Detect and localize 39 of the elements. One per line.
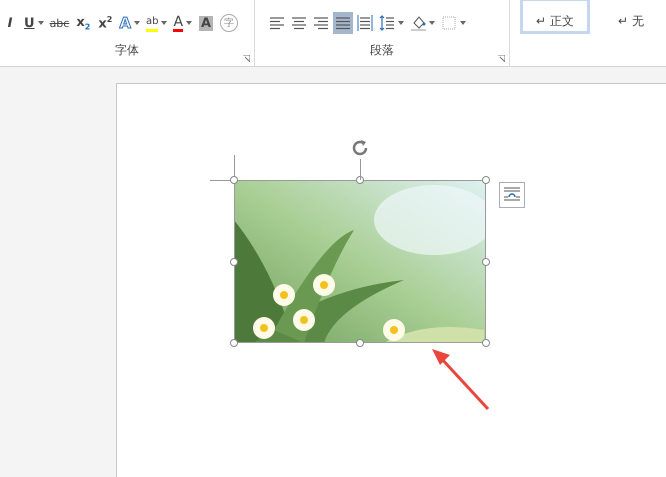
layout-options-button[interactable] bbox=[499, 182, 525, 208]
justify-icon bbox=[335, 15, 352, 31]
justify-button[interactable] bbox=[333, 12, 354, 34]
border-icon bbox=[441, 15, 458, 31]
caret-icon bbox=[38, 21, 44, 25]
caret-icon bbox=[161, 21, 168, 25]
resize-handle[interactable] bbox=[482, 339, 490, 347]
resize-handle[interactable] bbox=[356, 339, 364, 347]
group-label: 字体 bbox=[114, 42, 140, 59]
align-center-icon bbox=[291, 15, 308, 31]
strike-button[interactable]: abc bbox=[48, 12, 72, 34]
group-label: 段落 bbox=[369, 42, 396, 59]
align-left-icon bbox=[269, 15, 286, 31]
fill-icon bbox=[410, 15, 426, 31]
caret-icon bbox=[460, 21, 466, 25]
resize-handle[interactable] bbox=[230, 339, 238, 347]
fontcolor-button[interactable]: A bbox=[171, 12, 194, 34]
caret-icon bbox=[134, 21, 140, 25]
dialog-launcher-icon[interactable] bbox=[243, 55, 250, 62]
resize-handle[interactable] bbox=[482, 176, 490, 184]
resize-handle[interactable] bbox=[230, 258, 238, 266]
caret-icon bbox=[398, 21, 404, 25]
caret-icon bbox=[186, 21, 192, 25]
caret-icon bbox=[429, 21, 436, 25]
sup-button[interactable]: x$^{2}$ bbox=[95, 12, 116, 34]
style-gallery-item[interactable]: ↵ 正文 bbox=[520, 0, 590, 34]
dialog-launcher-icon[interactable] bbox=[498, 55, 505, 62]
highlight-button[interactable]: ab bbox=[144, 12, 170, 34]
italic-button[interactable]: I bbox=[0, 12, 20, 34]
align-right-icon bbox=[313, 15, 330, 31]
effect-button[interactable]: A bbox=[117, 12, 142, 34]
spacing-icon bbox=[379, 15, 396, 31]
shade-button[interactable]: A bbox=[196, 12, 216, 34]
enclose-button[interactable]: 字 bbox=[218, 12, 240, 34]
resize-handle[interactable] bbox=[230, 176, 238, 184]
underline-button[interactable]: U bbox=[22, 12, 46, 34]
distribute-icon bbox=[357, 15, 374, 31]
sub-button[interactable]: x$_{2}$ bbox=[73, 12, 94, 34]
distribute-button[interactable] bbox=[355, 12, 376, 34]
